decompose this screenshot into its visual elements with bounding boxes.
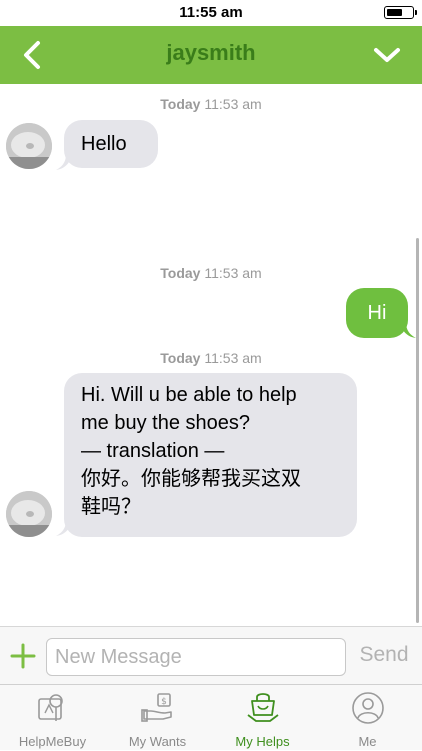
message-text: Hi <box>367 302 387 324</box>
message-bubble-incoming[interactable]: Hi. Will u be able to help me buy the sh… <box>64 373 357 537</box>
tab-my-helps[interactable]: My Helps <box>210 685 315 751</box>
timestamp-time: 11:53 am <box>204 350 262 366</box>
timestamp-day: Today <box>160 350 201 366</box>
chat-scrollbar[interactable] <box>416 238 419 623</box>
chevron-down-icon[interactable] <box>370 42 404 68</box>
plus-icon[interactable] <box>10 643 36 669</box>
map-pin-icon <box>37 694 63 721</box>
message-timestamp: Today 11:53 am <box>0 96 422 112</box>
tab-label: My Wants <box>128 734 187 749</box>
status-time: 11:55 am <box>179 4 243 21</box>
translated-text-line: 鞋吗？ <box>81 496 141 518</box>
avatar-image <box>6 491 52 537</box>
tab-bar: HelpMeBuy $ My Wants My Helps Me <box>0 684 422 750</box>
hand-money-icon: $ <box>140 693 172 722</box>
nav-bar: jaysmith <box>0 26 422 84</box>
status-bar: 11:55 am <box>0 0 422 26</box>
avatar[interactable] <box>6 123 52 169</box>
tab-me[interactable]: Me <box>315 685 420 751</box>
battery-level <box>387 9 403 16</box>
tab-label: HelpMeBuy <box>18 734 87 749</box>
timestamp-time: 11:53 am <box>204 265 262 281</box>
message-bubble-incoming[interactable]: Hello <box>64 120 158 168</box>
avatar[interactable] <box>6 491 52 537</box>
message-input[interactable] <box>46 638 346 676</box>
shopping-bag-icon <box>246 693 279 722</box>
send-button[interactable]: Send <box>354 643 414 667</box>
translation-divider: — translation — <box>81 440 225 462</box>
tab-label: Me <box>358 734 377 749</box>
conversation-title: jaysmith <box>166 40 256 65</box>
svg-text:$: $ <box>161 697 167 707</box>
bubble-tail <box>400 322 416 338</box>
chat-thread[interactable]: Today 11:53 am Hello Today 11:53 am Hi T… <box>0 84 422 626</box>
translated-text-line: 你好。你能够帮我买这双 <box>81 468 301 490</box>
message-text-line: Hi. Will u be able to help <box>81 384 297 406</box>
timestamp-day: Today <box>160 265 201 281</box>
avatar-image <box>6 123 52 169</box>
user-icon <box>351 692 384 724</box>
battery-tip <box>415 10 417 15</box>
message-text: Hello <box>81 133 127 155</box>
timestamp-time: 11:53 am <box>204 96 262 112</box>
tab-my-wants[interactable]: $ My Wants <box>105 685 210 751</box>
tab-helpmebuy[interactable]: HelpMeBuy <box>0 685 105 751</box>
message-timestamp: Today 11:53 am <box>0 265 422 281</box>
timestamp-day: Today <box>160 96 201 112</box>
message-text-line: me buy the shoes? <box>81 412 250 434</box>
message-composer: Send <box>0 626 422 684</box>
tab-label: My Helps <box>235 734 290 749</box>
message-timestamp: Today 11:53 am <box>0 350 422 366</box>
battery-icon <box>384 6 417 19</box>
message-bubble-outgoing[interactable]: Hi <box>346 288 408 338</box>
